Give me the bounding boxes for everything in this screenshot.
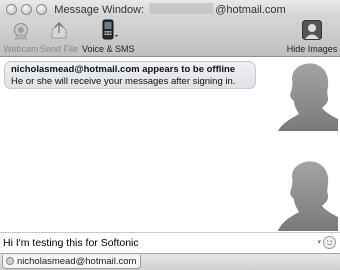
window-title-prefix: Message Window: [54,4,145,16]
voice-sms-button[interactable]: Voice & SMS [82,18,135,56]
offline-info-text: He or she will receive your messages aft… [11,76,236,87]
voice-sms-label: Voice & SMS [82,44,135,54]
conversation-tab-bar: nicholasmead@hotmail.com [0,253,340,270]
title-bar: Message Window: @hotmail.com [0,0,340,18]
message-input-text: Hi I'm testing this for Softonic [3,237,139,249]
person-icon [286,18,338,40]
webcam-button[interactable]: Webcam [3,18,39,56]
contact-display-picture [278,63,338,131]
conversation-area: nicholasmead@hotmail.com appears to be o… [0,57,340,232]
send-file-icon [40,18,78,40]
phone-icon [82,18,134,40]
user-display-picture [278,161,338,231]
webcam-label: Webcam [3,44,39,54]
offline-notice-bubble: nicholasmead@hotmail.com appears to be o… [4,61,256,89]
conversation-tab[interactable]: nicholasmead@hotmail.com [2,255,142,269]
hide-images-label: Hide Images [286,44,338,54]
send-file-button[interactable]: Send File [40,18,78,56]
status-icon [6,257,14,265]
window-title-suffix: @hotmail.com [215,4,286,16]
send-file-label: Send File [40,44,79,54]
webcam-icon [3,18,39,40]
message-input-field[interactable]: Hi I'm testing this for Softonic ▾ [0,232,340,254]
emoticon-dropdown-arrow[interactable]: ▾ [317,238,321,246]
toolbar: Webcam Send File Voice & SMS Hide Images [0,18,340,57]
window-title: Message Window: @hotmail.com [0,3,340,16]
hide-images-button[interactable]: Hide Images [286,18,338,56]
smiley-icon[interactable] [323,236,336,249]
offline-status-text: nicholasmead@hotmail.com appears to be o… [11,64,236,75]
redacted-email-mask [149,3,214,14]
conversation-tab-label: nicholasmead@hotmail.com [17,256,137,267]
